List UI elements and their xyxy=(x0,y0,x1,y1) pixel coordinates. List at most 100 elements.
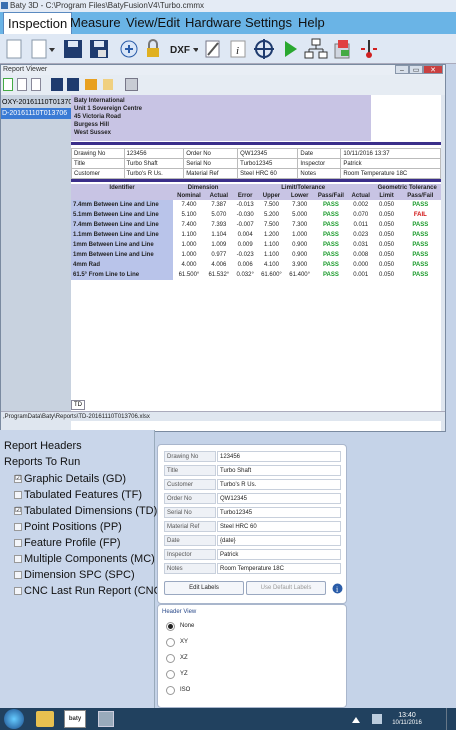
table-cell: PASS xyxy=(322,202,339,208)
save-report-as-icon[interactable] xyxy=(67,78,79,91)
menu-inspection[interactable]: Inspection xyxy=(3,12,73,34)
report-option[interactable]: Tabulated Features (TF) xyxy=(14,489,142,501)
open-folder-icon[interactable] xyxy=(85,79,97,90)
table-cell: 1.104 xyxy=(211,232,227,238)
table-cell: 4.000 xyxy=(181,262,197,268)
table-cell: 4.006 xyxy=(211,262,227,268)
lock-icon[interactable] xyxy=(142,38,164,60)
edit-program-icon[interactable] xyxy=(202,38,224,60)
header-info-label: Notes xyxy=(297,168,342,179)
table-cell: 1.000 xyxy=(181,252,197,258)
edit-labels-button[interactable]: Edit Labels xyxy=(164,581,244,595)
row-identifier: 1.1mm Between Line and Line xyxy=(71,230,174,240)
network-icon[interactable] xyxy=(372,714,382,724)
minimize-button[interactable]: – xyxy=(395,65,409,74)
open-file-icon[interactable] xyxy=(28,38,56,60)
menu-measure[interactable]: Measure xyxy=(66,12,125,34)
menu-view-edit[interactable]: View/Edit xyxy=(122,12,184,34)
info-icon[interactable]: i xyxy=(332,583,343,594)
report-option[interactable]: ☑ Tabulated Dimensions (TD) xyxy=(14,505,157,517)
header-info-value: Patrick xyxy=(340,158,441,169)
table-cell: 0.050 xyxy=(379,262,395,268)
report-icon[interactable] xyxy=(332,38,354,60)
explorer-icon[interactable] xyxy=(36,711,54,727)
field-label: Date xyxy=(164,535,216,546)
report-option[interactable]: Feature Profile (FP) xyxy=(14,537,121,549)
menu-hardware[interactable]: Hardware xyxy=(181,12,245,34)
save-icon[interactable] xyxy=(62,38,84,60)
report-list-item[interactable]: OXY-20161110T013706 xyxy=(1,97,71,108)
report-checkbox[interactable]: ☑ xyxy=(14,475,22,484)
table-cell: 1.200 xyxy=(263,232,279,238)
table-cell: -0.023 xyxy=(236,252,254,258)
start-button[interactable] xyxy=(4,709,24,729)
use-default-labels-button[interactable]: Use Default Labels xyxy=(246,581,326,595)
report-checkbox[interactable]: ☑ xyxy=(14,507,22,516)
company-line: West Sussex xyxy=(74,130,111,136)
clock-date[interactable]: 10/11/2016 xyxy=(392,720,422,726)
field-input[interactable]: QW12345 xyxy=(217,493,341,504)
report-option[interactable]: CNC Last Run Report (CNC xyxy=(14,585,162,597)
maximize-button[interactable]: ▭ xyxy=(409,65,423,74)
column-group-header: Dimension xyxy=(173,184,233,192)
report-option[interactable]: ☑ Graphic Details (GD) xyxy=(14,473,126,485)
new-report-icon[interactable] xyxy=(17,78,27,91)
report-checkbox[interactable] xyxy=(14,523,22,532)
tab-td[interactable]: TD xyxy=(71,400,85,410)
table-row: 4mm Rad 4.000 4.006 0.006 4.100 3.900 PASS 0.00… xyxy=(71,260,441,270)
table-cell: 5.200 xyxy=(263,212,279,218)
report-headers-link[interactable]: Report Headers xyxy=(4,440,82,452)
field-input[interactable]: {date} xyxy=(217,535,341,546)
refresh-icon[interactable] xyxy=(3,78,13,91)
report-checkbox[interactable] xyxy=(14,571,22,580)
export-icon[interactable] xyxy=(103,79,113,90)
divider xyxy=(71,179,441,182)
tray-arrow-icon[interactable] xyxy=(352,715,360,723)
crosshair-icon[interactable] xyxy=(252,38,276,60)
save-as-icon[interactable] xyxy=(88,38,110,60)
info-icon[interactable]: i xyxy=(228,38,248,60)
open-report-icon[interactable] xyxy=(31,78,41,91)
probe-icon[interactable] xyxy=(358,38,380,60)
report-option[interactable]: Point Positions (PP) xyxy=(14,521,122,533)
field-input[interactable]: Steel HRC 60 xyxy=(217,521,341,532)
print-icon[interactable] xyxy=(125,78,138,91)
menu-help[interactable]: Help xyxy=(294,12,329,34)
table-cell: 0.000 xyxy=(353,262,369,268)
radio-none[interactable] xyxy=(166,622,175,631)
program-icon[interactable] xyxy=(118,38,140,60)
hierarchy-icon[interactable] xyxy=(304,38,328,60)
field-input[interactable]: 123456 xyxy=(217,451,341,462)
field-input[interactable]: Room Temperature 18C xyxy=(217,563,341,574)
radio-yz[interactable] xyxy=(166,670,175,679)
save-report-icon[interactable] xyxy=(51,78,63,91)
field-input[interactable]: Turbo Shaft xyxy=(217,465,341,476)
report-option[interactable]: Dimension SPC (SPC) xyxy=(14,569,135,581)
baty-app-icon[interactable]: baty xyxy=(64,710,86,728)
table-row: 1mm Between Line and Line 1.000 1.009 0.009… xyxy=(71,240,441,250)
radio-xy[interactable] xyxy=(166,638,175,647)
show-desktop-button[interactable] xyxy=(446,708,456,730)
report-list-item-selected[interactable]: D-20161110T013706 xyxy=(1,108,71,119)
new-file-icon[interactable] xyxy=(4,38,24,60)
radio-iso[interactable] xyxy=(166,686,175,695)
report-checkbox[interactable] xyxy=(14,491,22,500)
column-header-row: Nominal Actual Error Upper Lower Pass/Fail Act… xyxy=(71,192,441,200)
report-checkbox[interactable] xyxy=(14,539,22,548)
table-cell: PASS xyxy=(322,262,339,268)
report-checkbox[interactable] xyxy=(14,587,22,596)
field-input[interactable]: Turbo's R Us. xyxy=(217,479,341,490)
report-checkbox[interactable] xyxy=(14,555,22,564)
app-icon[interactable] xyxy=(98,711,114,727)
radio-xz[interactable] xyxy=(166,654,175,663)
close-button[interactable]: ✕ xyxy=(423,65,443,74)
field-input[interactable]: Patrick xyxy=(217,549,341,560)
dxf-icon[interactable]: DXF xyxy=(168,38,198,60)
report-option[interactable]: Multiple Components (MC) xyxy=(14,553,155,565)
table-cell: -0.007 xyxy=(236,222,254,228)
table-cell: PASS xyxy=(412,272,429,278)
clock-time[interactable]: 13:40 xyxy=(392,712,422,719)
run-icon[interactable] xyxy=(280,38,300,60)
field-input[interactable]: Turbo12345 xyxy=(217,507,341,518)
menu-settings[interactable]: Settings xyxy=(241,12,296,34)
